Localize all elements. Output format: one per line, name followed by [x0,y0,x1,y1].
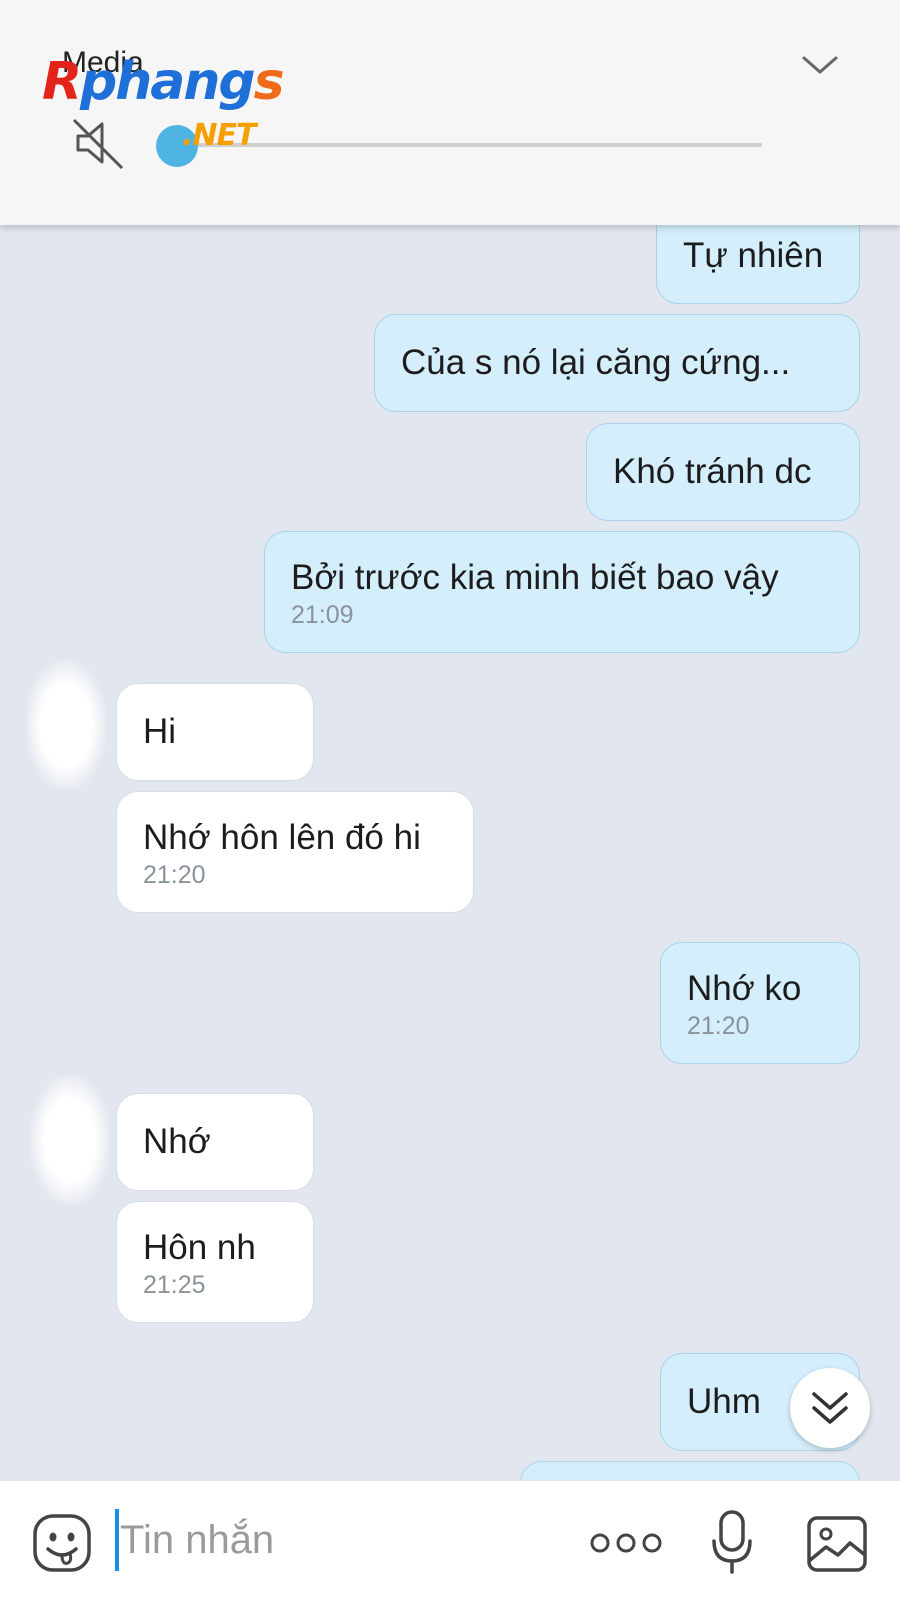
message-input-bar [0,1480,900,1600]
message-text: Nhớ ko [687,969,802,1008]
message-timestamp: 21:25 [143,1271,206,1299]
chevron-down-icon[interactable] [800,48,840,84]
emoji-icon[interactable] [32,1513,92,1573]
double-chevron-down-icon [812,1392,848,1424]
image-icon[interactable] [806,1515,868,1573]
message-text: Bởi trước kia minh biết bao vậy [291,558,779,597]
message-text: Nhớ [143,1122,211,1161]
more-icon[interactable] [590,1531,662,1555]
message-bubble-outgoing[interactable]: Khó tránh dc [586,423,860,521]
scroll-to-bottom-button[interactable] [790,1368,870,1448]
watermark-logo: Rphangs [42,56,285,108]
watermark-letter: R [42,52,82,112]
speaker-muted-icon[interactable] [72,116,126,170]
watermark-domain: .NET [182,118,256,153]
message-text: Hôn nh [143,1228,256,1267]
message-bubble-outgoing[interactable]: Của s nó lại căng cứng... [374,314,860,412]
media-player-panel: Media Rphangs .NET [0,0,900,225]
message-text: Hi [143,712,177,751]
message-bubble-incoming[interactable]: Nhớ hôn lên đó hi 21:20 [116,791,474,913]
text-caret [115,1509,119,1571]
contact-avatar[interactable] [30,1075,110,1205]
contact-avatar[interactable] [26,660,106,790]
message-text: Tự nhiên [683,236,824,275]
seek-bar[interactable] [178,143,762,147]
message-text: Khó tránh dc [613,452,812,491]
message-text: Của s nó lại căng cứng... [401,343,791,382]
message-timestamp: 21:09 [291,601,354,629]
message-bubble-incoming[interactable]: Hi [116,683,314,781]
message-timestamp: 21:20 [143,861,206,889]
message-bubble-outgoing[interactable]: Bởi trước kia minh biết bao vậy 21:09 [264,531,860,653]
message-text: Nhớ hôn lên đó hi [143,818,421,857]
message-input[interactable] [120,1505,540,1575]
watermark-letter: s [253,52,285,112]
message-bubble-outgoing[interactable]: Nhớ ko 21:20 [660,942,860,1064]
watermark-letters: phang [80,52,256,112]
message-bubble-outgoing[interactable]: Tự nhiên [656,222,860,304]
message-timestamp: 21:20 [687,1012,750,1040]
microphone-icon[interactable] [710,1509,754,1575]
message-bubble-incoming[interactable]: Nhớ [116,1093,314,1191]
message-bubble-incoming[interactable]: Hôn nh 21:25 [116,1201,314,1323]
